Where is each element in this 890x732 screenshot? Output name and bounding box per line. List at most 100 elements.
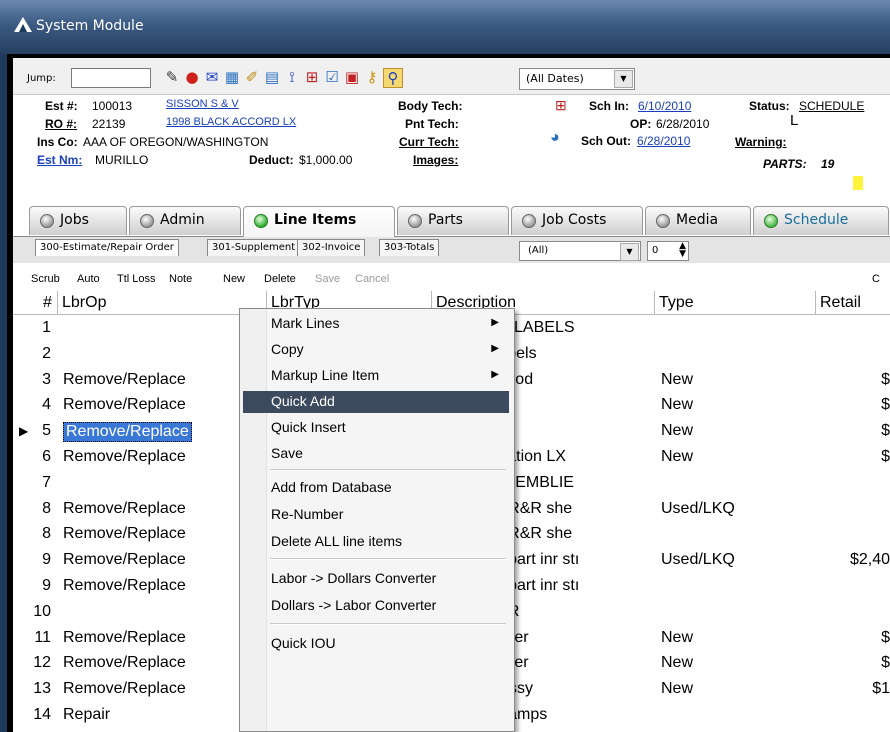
tab-admin[interactable]: Admin xyxy=(129,206,241,235)
cell-retail: $ xyxy=(881,448,890,465)
sch-out-value[interactable]: 6/28/2010 xyxy=(637,134,690,148)
globe-icon[interactable]: ● xyxy=(183,68,201,86)
tab-job-costs[interactable]: Job Costs xyxy=(511,206,643,235)
column-header-lbrop[interactable]: LbrOp xyxy=(58,291,267,315)
note-button[interactable]: Note xyxy=(169,273,192,285)
menu-item-labor-to-dollars[interactable]: Labor -> Dollars Converter xyxy=(243,568,509,590)
tab-schedule-label: Schedule xyxy=(784,212,849,228)
tab-jobs[interactable]: Jobs xyxy=(29,206,127,235)
column-header-type[interactable]: Type xyxy=(655,291,816,315)
ro-label[interactable]: RO #: xyxy=(45,117,77,131)
cell-num: 2 xyxy=(42,344,51,362)
checklist-icon[interactable]: ☑ xyxy=(323,68,341,86)
deduct-value: $1,000.00 xyxy=(299,153,353,167)
toolbar: Jump: ✎ ● ✉ ▦ ✐ ▤ ⟟ ⊞ ☑ ▣ ⚷ ⚲ (All Dates… xyxy=(13,58,890,95)
vehicle-link[interactable]: 1998 BLACK ACCORD LX xyxy=(166,116,296,128)
scrub-button[interactable]: Scrub xyxy=(31,273,60,285)
status-label: Status: xyxy=(749,99,790,113)
dates-dropdown[interactable]: (All Dates) ▼ xyxy=(519,68,635,90)
cancel-button[interactable]: Cancel xyxy=(355,273,389,285)
subtab-estimate[interactable]: 300-Estimate/Repair Order xyxy=(35,239,179,256)
images-label[interactable]: Images: xyxy=(413,153,458,167)
notepad-icon[interactable]: ▣ xyxy=(343,68,361,86)
cell-retail: $ xyxy=(881,396,890,414)
menu-item-quick-insert[interactable]: Quick Insert xyxy=(243,417,509,439)
menu-item-copy[interactable]: Copy ▶ xyxy=(243,339,509,361)
tab-parts[interactable]: Parts xyxy=(397,206,509,235)
envelope-icon[interactable]: ✉ xyxy=(203,68,221,86)
menu-item-mark-lines[interactable]: Mark Lines ▶ xyxy=(243,313,509,335)
menu-item-save[interactable]: Save xyxy=(243,443,509,465)
title-bar[interactable]: System Module xyxy=(0,0,890,54)
cell-lbrop: Remove/Replace xyxy=(63,525,186,543)
chevron-down-icon[interactable]: ▼ xyxy=(620,243,639,261)
column-header-retail[interactable]: Retail xyxy=(816,291,890,315)
line-spinner[interactable]: 0 ▲ ▼ xyxy=(647,241,689,261)
cell-retail: $1 xyxy=(872,680,890,698)
calendar-icon[interactable]: ⊞ xyxy=(555,97,567,114)
cell-num: 10 xyxy=(33,602,51,620)
magnifier-icon[interactable]: ⚲ xyxy=(383,68,403,88)
cell-lbrop: Remove/Replace xyxy=(63,628,186,646)
warning-label[interactable]: Warning: xyxy=(735,135,787,149)
menu-item-quick-add[interactable]: Quick Add xyxy=(243,391,509,413)
key-icon[interactable]: ⚷ xyxy=(363,68,381,86)
op-value: 6/28/2010 xyxy=(656,117,710,131)
menu-item-add-from-database[interactable]: Add from Database xyxy=(243,477,509,499)
cell-lbrop: Remove/Replace xyxy=(63,370,186,388)
menu-item-dollars-to-labor[interactable]: Dollars -> Labor Converter xyxy=(243,595,509,617)
cell-type: New xyxy=(661,680,694,698)
menu-item-quick-iou[interactable]: Quick IOU xyxy=(243,633,509,655)
op-label: OP: xyxy=(630,117,652,131)
jump-input[interactable] xyxy=(71,68,151,88)
cell-retail: $ xyxy=(881,654,890,672)
delete-button[interactable]: Delete xyxy=(264,273,296,285)
status-value[interactable]: SCHEDULE xyxy=(799,99,864,113)
auto-button[interactable]: Auto xyxy=(77,273,100,285)
app-icon xyxy=(14,17,32,32)
spinner-arrows-icon[interactable]: ▲ ▼ xyxy=(679,242,686,259)
ttl-loss-button[interactable]: Ttl Loss xyxy=(117,273,156,285)
tab-jobs-label: Jobs xyxy=(60,212,89,228)
est-nm-label[interactable]: Est Nm: xyxy=(37,153,82,167)
save-button[interactable]: Save xyxy=(315,273,340,285)
tab-line-items-label: Line Items xyxy=(274,212,357,228)
table-icon[interactable]: ⊞ xyxy=(303,68,321,86)
cell-retail: $ xyxy=(881,422,890,440)
subtab-totals[interactable]: 303-Totals xyxy=(379,239,440,256)
cell-num: 8 xyxy=(42,525,51,543)
menu-item-re-number[interactable]: Re-Number xyxy=(243,504,509,526)
cell-type: New xyxy=(661,654,694,672)
grid-icon[interactable]: ▦ xyxy=(223,68,241,86)
cell-num: 3 xyxy=(42,370,51,388)
submenu-arrow-icon: ▶ xyxy=(491,369,499,380)
customer-link[interactable]: SISSON S & V xyxy=(166,98,239,110)
pnt-tech-label: Pnt Tech: xyxy=(405,117,459,131)
pen-icon[interactable]: ✎ xyxy=(163,68,181,86)
curr-tech-label[interactable]: Curr Tech: xyxy=(399,135,459,149)
clock-icon[interactable]: ◕ xyxy=(550,129,560,147)
cell-retail: $2,40 xyxy=(849,551,890,569)
pencil-icon[interactable]: ✐ xyxy=(243,68,261,86)
tab-media-label: Media xyxy=(676,212,719,228)
menu-item-delete-all[interactable]: Delete ALL line items xyxy=(243,531,509,553)
subtab-invoice[interactable]: 302-Invoice xyxy=(297,239,366,256)
tab-media[interactable]: Media xyxy=(645,206,751,235)
new-button[interactable]: New xyxy=(223,273,245,285)
sch-in-value[interactable]: 6/10/2010 xyxy=(638,99,691,113)
tab-admin-label: Admin xyxy=(160,212,205,228)
menu-item-markup-line-item[interactable]: Markup Line Item ▶ xyxy=(243,365,509,387)
tree-icon[interactable]: ⟟ xyxy=(283,68,301,86)
chevron-down-icon[interactable]: ▼ xyxy=(614,70,633,88)
cell-lbrop: Remove/Replace xyxy=(63,680,186,698)
cell-num: 9 xyxy=(42,577,51,594)
cell-lbrop: Remove/Replace xyxy=(63,577,186,594)
card-icon[interactable]: ▤ xyxy=(263,68,281,86)
filter-dropdown[interactable]: (All) ▼ xyxy=(519,241,641,261)
tab-job-costs-label: Job Costs xyxy=(542,212,607,228)
column-header-number[interactable]: # xyxy=(13,291,58,315)
cell-lbrop: Remove/Replace xyxy=(63,448,186,465)
subtab-supplement[interactable]: 301-Supplement xyxy=(207,239,301,256)
tab-line-items[interactable]: Line Items xyxy=(243,206,395,237)
tab-schedule[interactable]: Schedule xyxy=(753,206,889,235)
